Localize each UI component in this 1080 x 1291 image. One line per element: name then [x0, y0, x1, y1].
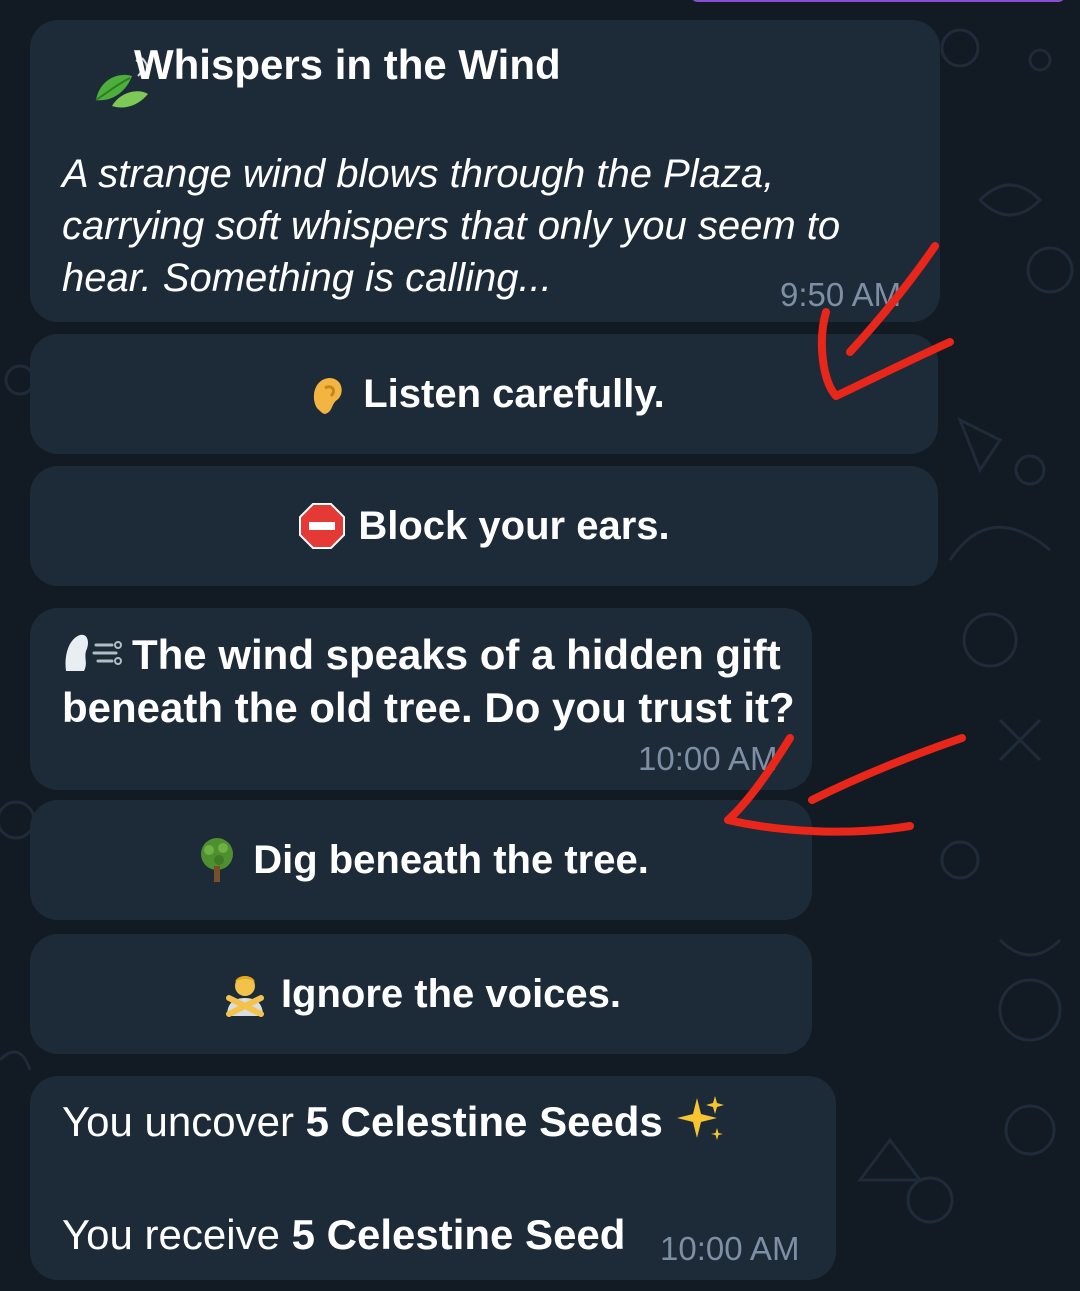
- message-bubble-reward: You uncover 5 Celestine Seeds You receiv…: [30, 1076, 836, 1280]
- person-gesturing-no-icon: [225, 976, 264, 1017]
- reward-line-receive: You receive 5 Celestine Seed: [62, 1210, 625, 1260]
- message-bubble-whispers: Whispers in the Wind A strange wind blow…: [30, 20, 940, 322]
- message-title: Whispers in the Wind: [134, 41, 561, 88]
- reward-line-uncover: You uncover 5 Celestine Seeds: [62, 1094, 727, 1147]
- top-accent-bar: [690, 0, 1066, 2]
- stop-sign-icon: [299, 503, 346, 549]
- tree-icon: [201, 838, 234, 882]
- button-label: Dig beneath the tree.: [253, 837, 649, 882]
- ear-icon: [314, 378, 342, 414]
- reward-amount: 5 Celestine Seed: [291, 1211, 626, 1258]
- message-timestamp: 10:00 AM: [638, 740, 778, 777]
- ignore-the-voices-button[interactable]: Ignore the voices.: [30, 934, 812, 1054]
- wind-face-icon: [65, 634, 122, 671]
- block-your-ears-button[interactable]: Block your ears.: [30, 466, 938, 586]
- reward-amount: 5 Celestine Seeds: [305, 1098, 663, 1145]
- dig-beneath-tree-button[interactable]: Dig beneath the tree.: [30, 800, 812, 920]
- message-bubble-hidden-gift: The wind speaks of a hidden gift beneath…: [30, 608, 812, 790]
- sparkles-icon: [676, 1096, 724, 1140]
- message-text-content: The wind speaks of a hidden gift beneath…: [62, 631, 795, 731]
- message-timestamp: 10:00 AM: [660, 1230, 800, 1267]
- message-timestamp: 9:50 AM: [780, 276, 902, 313]
- button-label: Listen carefully.: [363, 371, 665, 416]
- button-label: Block your ears.: [358, 503, 670, 548]
- listen-carefully-button[interactable]: Listen carefully.: [30, 334, 938, 454]
- reward-line-prefix: You uncover: [62, 1098, 306, 1145]
- message-text: The wind speaks of a hidden gift beneath…: [62, 628, 802, 734]
- button-label: Ignore the voices.: [280, 971, 622, 1016]
- reward-line-prefix: You receive: [62, 1211, 292, 1258]
